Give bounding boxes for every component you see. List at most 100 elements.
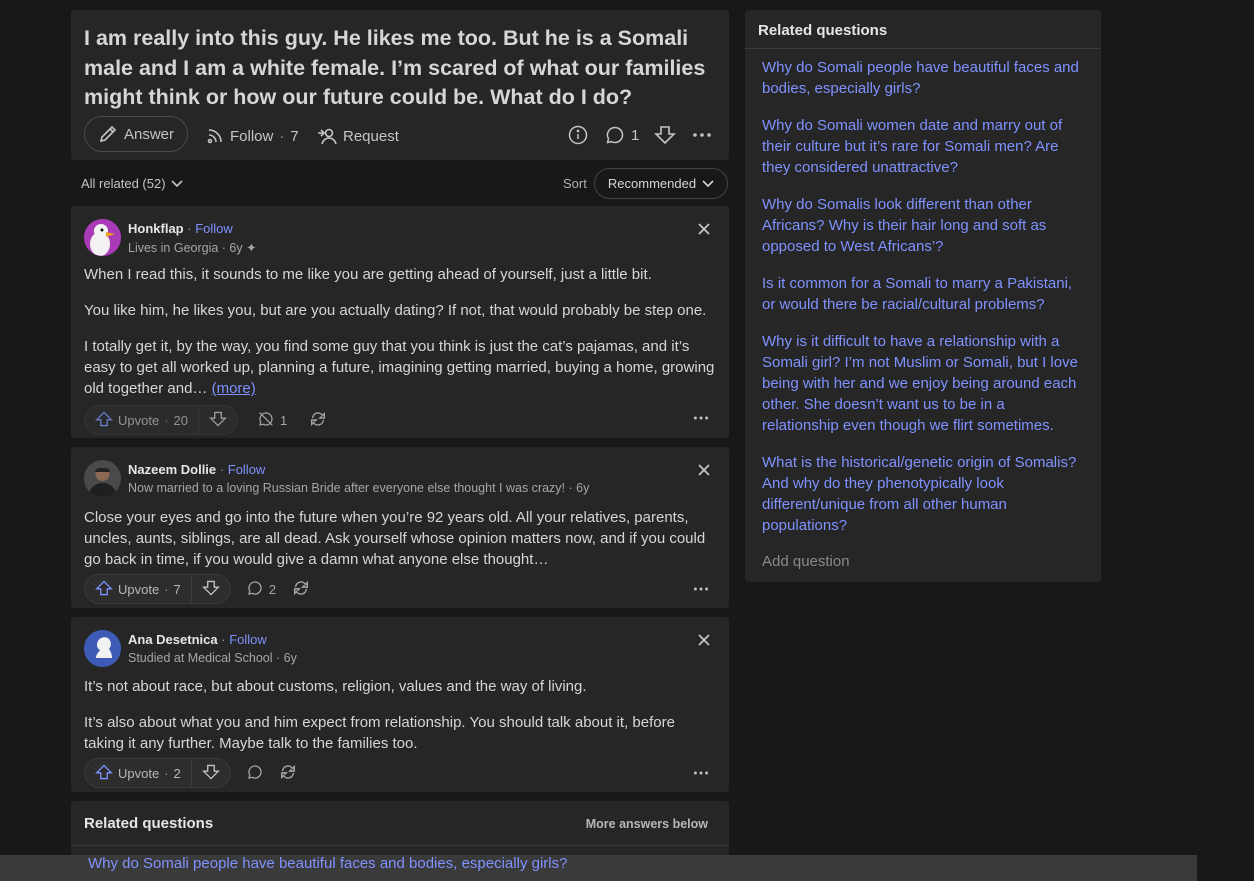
sort-select[interactable]: Recommended (594, 168, 728, 199)
question-more-button[interactable] (692, 125, 712, 145)
follow-count: 7 (290, 127, 299, 145)
related-question-link[interactable]: Is it common for a Somali to marry a Pak… (762, 273, 1084, 315)
vote-control: Upvote · 2 (84, 758, 231, 788)
person-photo-icon (84, 460, 121, 497)
question-comment-button[interactable]: 1 (605, 125, 639, 145)
related-questions-sidebar: Related questions Why do Somali people h… (745, 10, 1101, 582)
request-user-icon (317, 127, 337, 145)
answer-paragraph[interactable]: Close your eyes and go into the future w… (84, 507, 716, 570)
related-question-link[interactable]: Why do Somali people have beautiful face… (762, 57, 1084, 99)
related-question-link[interactable]: What is the historical/genetic origin of… (762, 452, 1084, 536)
answer-paragraph: I totally get it, by the way, you find s… (84, 336, 716, 399)
chevron-down-icon (170, 176, 183, 191)
close-icon[interactable] (697, 633, 711, 647)
author-name[interactable]: Ana Desetnica (128, 632, 218, 647)
upvote-label: Upvote (118, 581, 160, 597)
more-answers-below[interactable]: More answers below (586, 817, 708, 831)
more-dots-icon (693, 584, 709, 601)
share-icon (309, 410, 327, 431)
upvote-count: 7 (173, 581, 181, 597)
answer-button[interactable]: Answer (84, 116, 188, 152)
author-line: Nazeem Dollie · Follow (128, 462, 266, 477)
related-question-link[interactable]: Why is it difficult to have a relationsh… (762, 331, 1084, 436)
upvote-button[interactable]: Upvote · 20 (85, 406, 200, 434)
share-button[interactable] (292, 579, 310, 600)
follow-author-link[interactable]: Follow (228, 462, 266, 477)
follow-author-link[interactable]: Follow (229, 632, 267, 647)
related-question-link[interactable]: Why do Somalis look different than other… (762, 194, 1084, 257)
related-question-link[interactable]: Why do Somali women date and marry out o… (762, 115, 1084, 178)
avatar[interactable] (84, 219, 121, 256)
answer-more-button[interactable] (693, 581, 709, 601)
related-questions-list: Why do Somali people have beautiful face… (762, 57, 1084, 552)
more-dots-icon (693, 413, 709, 430)
sparkle-icon: ✦ (246, 241, 257, 255)
author-line: Honkflap · Follow (128, 221, 233, 236)
upvote-count: 2 (173, 765, 181, 781)
avatar[interactable] (84, 460, 121, 497)
sidebar-title: Related questions (758, 22, 888, 39)
answer-more-button[interactable] (693, 410, 709, 430)
related-title: Related questions (84, 815, 214, 832)
question-downvote-button[interactable] (654, 125, 676, 145)
vote-control: Upvote · 20 (84, 405, 239, 435)
share-button[interactable] (309, 410, 327, 431)
share-button[interactable] (279, 763, 297, 784)
default-profile-icon (84, 630, 121, 667)
follow-author-link[interactable]: Follow (195, 221, 233, 236)
answer-paragraph: You like him, he likes you, but are you … (84, 302, 707, 319)
answer-card: Honkflap · Follow Lives in Georgia · 6y … (71, 206, 729, 438)
all-related-label: All related (52) (81, 176, 166, 191)
answer-paragraph-text: I totally get it, by the way, you find s… (84, 338, 715, 397)
answer-actions: Upvote · 7 2 (84, 574, 310, 604)
downvote-arrow-icon (654, 125, 676, 145)
author-line: Ana Desetnica · Follow (128, 632, 267, 647)
author-name[interactable]: Honkflap (128, 221, 184, 236)
downvote-button[interactable] (192, 575, 230, 603)
close-icon[interactable] (697, 463, 711, 477)
comment-button[interactable]: 1 (258, 411, 287, 430)
author-name[interactable]: Nazeem Dollie (128, 462, 216, 477)
author-credential: Now married to a loving Russian Bride af… (128, 481, 590, 495)
answer-body: When I read this, it sounds to me like y… (84, 264, 716, 414)
question-title[interactable]: I am really into this guy. He likes me t… (84, 24, 714, 113)
request-button[interactable]: Request (317, 127, 399, 145)
divider (71, 845, 729, 846)
request-label: Request (343, 127, 399, 145)
comment-button[interactable] (247, 764, 263, 783)
pencil-icon (98, 124, 118, 144)
avatar[interactable] (84, 630, 121, 667)
question-card: I am really into this guy. He likes me t… (71, 10, 729, 160)
downvote-arrow-icon (201, 763, 220, 784)
more-link[interactable]: (more) (212, 380, 256, 397)
share-icon (279, 763, 297, 784)
info-button[interactable] (568, 125, 588, 145)
add-question-link[interactable]: Add question (762, 553, 850, 570)
comment-button[interactable]: 2 (247, 580, 276, 599)
follow-question-button[interactable]: Follow · 7 (206, 127, 299, 145)
more-dots-icon (692, 125, 712, 145)
downvote-button[interactable] (192, 759, 230, 787)
comment-disabled-icon (258, 411, 274, 430)
answer-actions: Upvote · 2 (84, 758, 297, 788)
upvote-button[interactable]: Upvote · 2 (85, 759, 192, 787)
vote-control: Upvote · 7 (84, 574, 231, 604)
info-icon (568, 125, 588, 145)
related-question-link[interactable]: Why do Somali people have beautiful face… (88, 855, 567, 873)
close-icon[interactable] (697, 222, 711, 236)
all-related-dropdown[interactable]: All related (52) (81, 176, 183, 191)
upvote-arrow-icon (95, 579, 113, 600)
answer-more-button[interactable] (693, 765, 709, 785)
chevron-down-icon (702, 176, 714, 191)
downvote-arrow-icon (209, 410, 227, 431)
upvote-button[interactable]: Upvote · 7 (85, 575, 192, 603)
answer-paragraph: When I read this, it sounds to me like y… (84, 266, 652, 283)
answer-body: It’s not about race, but about customs, … (84, 676, 716, 769)
divider (745, 48, 1101, 49)
follow-feed-icon (206, 127, 224, 145)
downvote-button[interactable] (199, 406, 237, 434)
author-credential: Studied at Medical School · 6y (128, 651, 297, 665)
more-dots-icon (693, 768, 709, 785)
upvote-arrow-icon (95, 763, 113, 784)
author-credential: Lives in Georgia · 6y ✦ (128, 240, 257, 255)
